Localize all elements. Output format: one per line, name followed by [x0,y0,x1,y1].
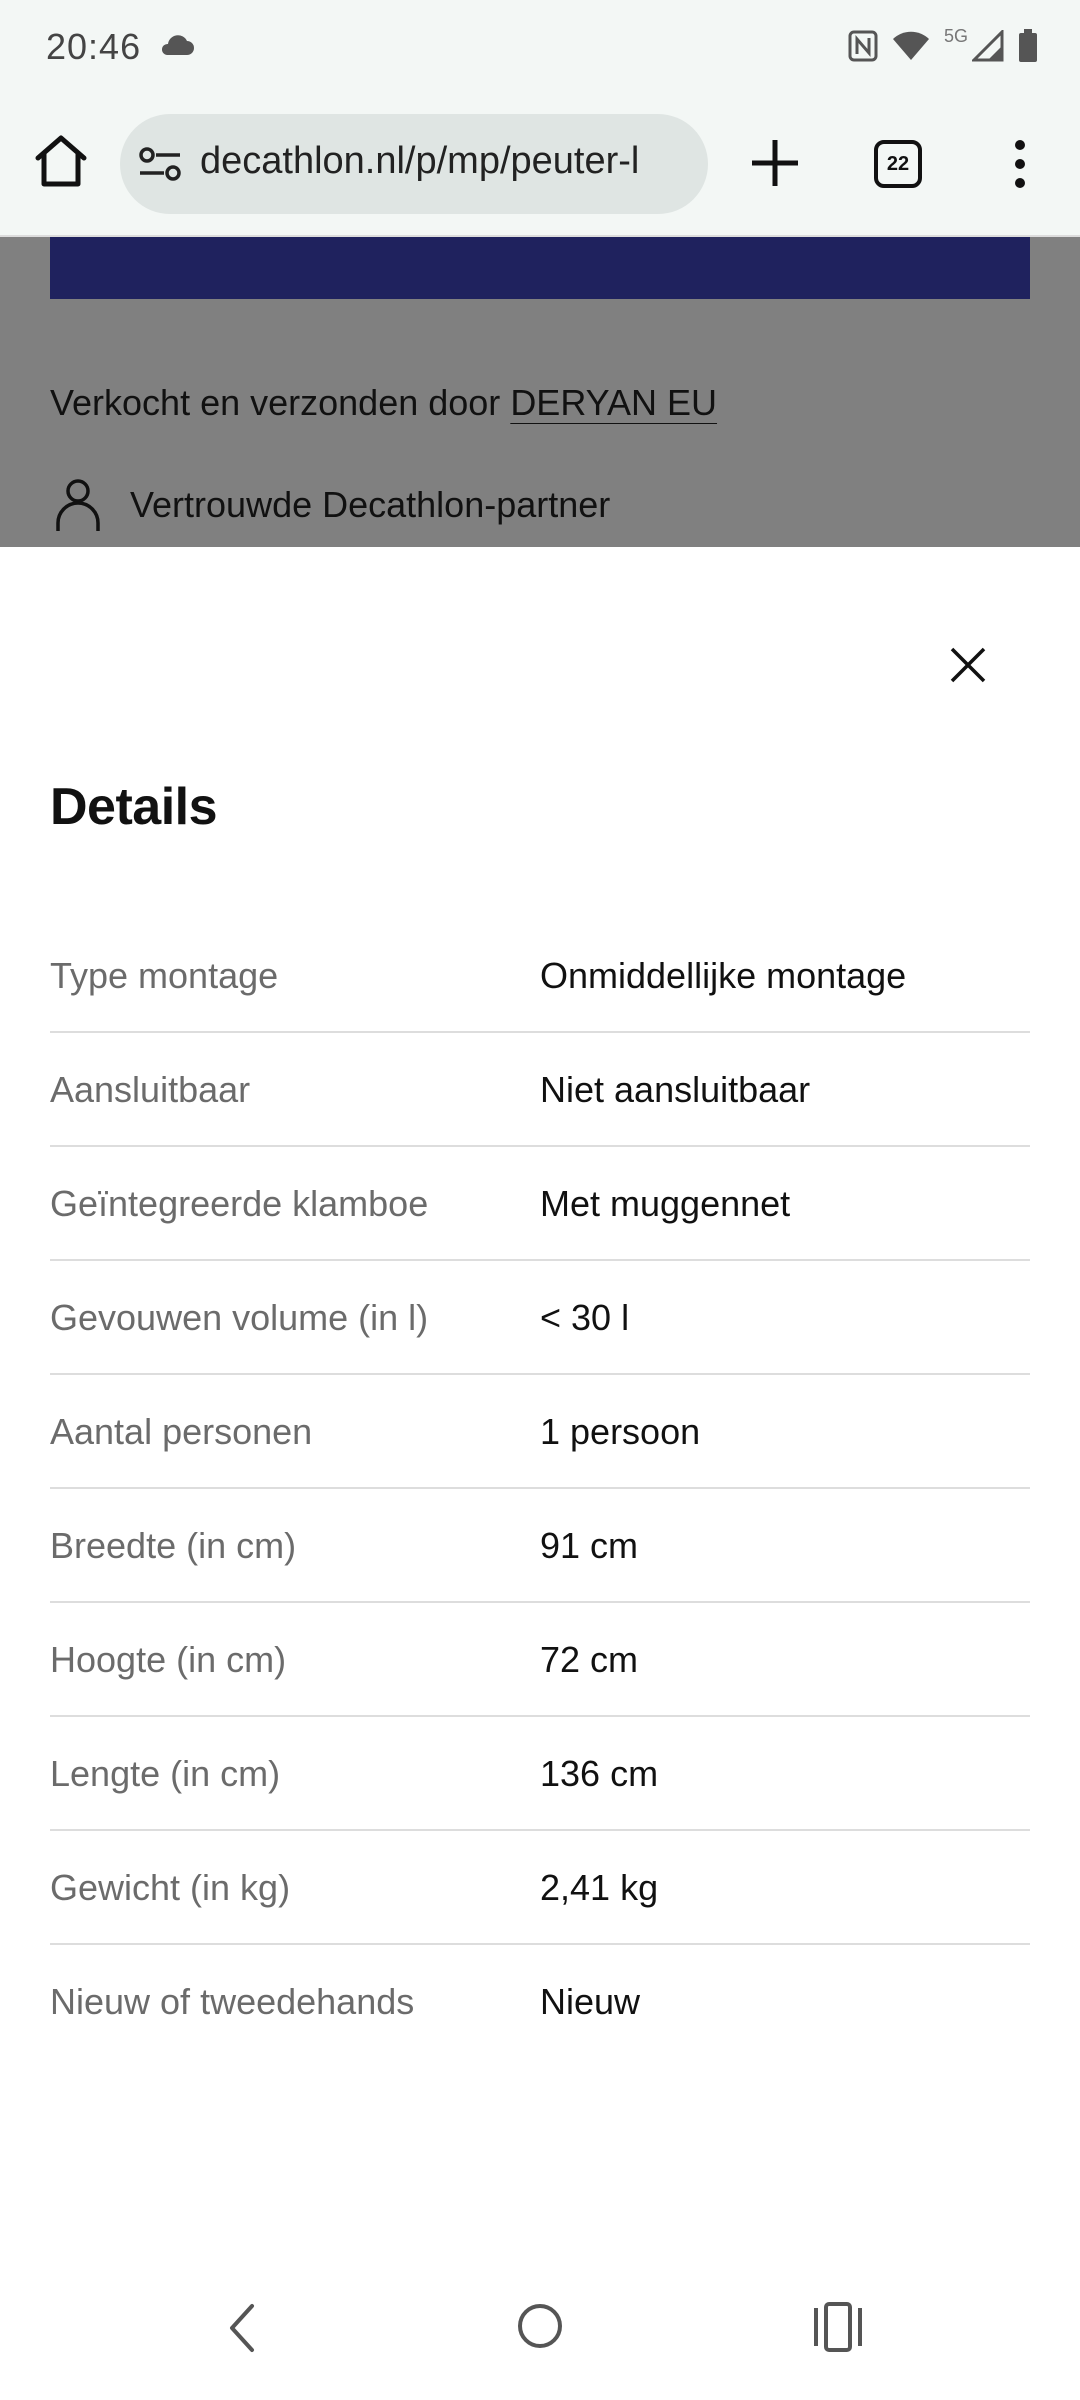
detail-value: 2,41 kg [540,1867,659,1908]
status-bar: 20:46 5G [0,0,1080,90]
detail-label: Breedte (in cm) [50,1525,297,1566]
detail-label: Gevouwen volume (in l) [50,1297,429,1338]
detail-value: 91 cm [540,1525,639,1566]
detail-label: Aansluitbaar [50,1069,251,1110]
nfc-icon [848,30,878,62]
recents-icon[interactable] [810,2298,866,2356]
detail-value: 136 cm [540,1753,659,1794]
status-time: 20:46 [46,26,142,67]
details-sheet: Details Type montage Onmiddellijke monta… [0,547,1080,2260]
detail-row: Gewicht (in kg) 2,41 kg [50,1831,1030,1945]
sold-by-prefix: Verkocht en verzonden door [50,382,511,423]
detail-value: Onmiddellijke montage [540,955,907,996]
detail-label: Aantal personen [50,1411,313,1452]
home-circle-icon[interactable] [514,2300,566,2352]
detail-value: Niet aansluitbaar [540,1069,811,1110]
url-text: decathlon.nl/p/mp/peuter-l [200,140,640,182]
network-label: 5G [943,25,968,46]
sheet-title: Details [50,778,218,836]
site-settings-icon[interactable] [138,146,182,182]
battery-icon [1019,29,1037,62]
signal-icon [972,30,1004,62]
plus-icon[interactable] [748,136,802,190]
details-table: Type montage Onmiddellijke montage Aansl… [50,919,1030,2057]
trusted-partner-row: Vertrouwde Decathlon-partner [50,477,610,533]
status-icons: 5G [848,26,1038,66]
add-to-cart-banner [50,237,1030,299]
close-icon[interactable] [946,643,990,687]
detail-label: Nieuw of tweedehands [50,1981,415,2022]
home-icon[interactable] [30,130,92,192]
detail-row: Geïntegreerde klamboe Met muggennet [50,1147,1030,1261]
detail-value: Met muggennet [540,1183,791,1224]
partner-label: Vertrouwde Decathlon-partner [130,484,611,525]
more-vert-icon[interactable] [1002,138,1038,190]
url-bar[interactable]: decathlon.nl/p/mp/peuter-l [120,114,708,214]
detail-row: Aantal personen 1 persoon [50,1375,1030,1489]
detail-row: Lengte (in cm) 136 cm [50,1717,1030,1831]
cloud-icon [161,35,194,55]
person-icon [56,479,100,531]
detail-label: Type montage [50,955,279,996]
wifi-icon [892,31,929,60]
detail-label: Lengte (in cm) [50,1753,281,1794]
detail-row: Aansluitbaar Niet aansluitbaar [50,1033,1030,1147]
sold-by-text: Verkocht en verzonden door DERYAN EU [50,382,717,424]
tab-switcher-icon[interactable]: 22 [874,140,922,188]
detail-label: Gewicht (in kg) [50,1867,291,1908]
browser-toolbar: decathlon.nl/p/mp/peuter-l 22 [0,90,1080,237]
detail-value: 1 persoon [540,1411,701,1452]
detail-value: Nieuw [540,1981,641,2022]
detail-row: Gevouwen volume (in l) < 30 l [50,1261,1030,1375]
detail-value: < 30 l [540,1297,630,1338]
detail-row: Type montage Onmiddellijke montage [50,919,1030,1033]
detail-row: Hoogte (in cm) 72 cm [50,1603,1030,1717]
detail-value: 72 cm [540,1639,639,1680]
detail-row: Nieuw of tweedehands Nieuw [50,1945,1030,2057]
detail-label: Geïntegreerde klamboe [50,1183,429,1224]
detail-row: Breedte (in cm) 91 cm [50,1489,1030,1603]
page-underlay-scrim[interactable]: Verkocht en verzonden door DERYAN EU Ver… [0,237,1080,547]
navigation-bar [0,2260,1080,2400]
seller-link[interactable]: DERYAN EU [510,382,717,423]
detail-label: Hoogte (in cm) [50,1639,287,1680]
back-icon[interactable] [222,2298,262,2358]
